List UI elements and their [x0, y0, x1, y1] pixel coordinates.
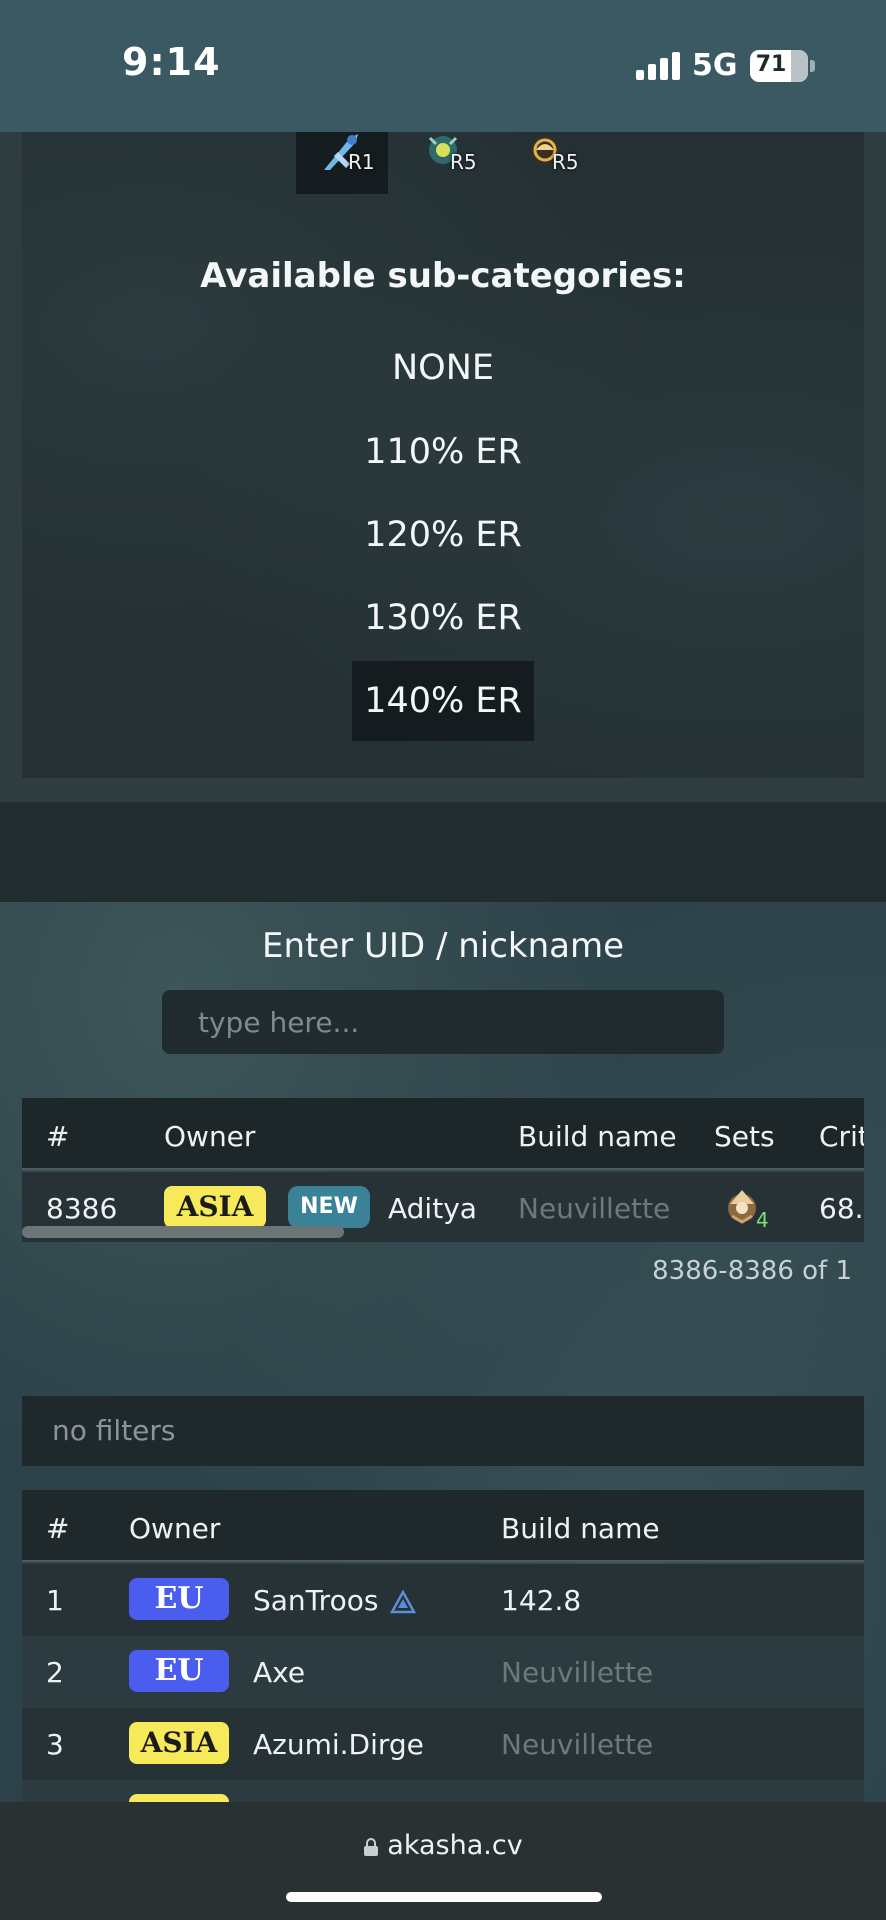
table-row[interactable]: 1 EU SanTroos 142.8: [22, 1564, 864, 1636]
column-sets[interactable]: Sets: [714, 1120, 775, 1153]
weapon-rank: R5: [450, 150, 477, 174]
row-rank: 8386: [46, 1192, 118, 1225]
column-owner[interactable]: Owner: [129, 1512, 220, 1545]
subcategories-heading: Available sub-categories:: [200, 256, 686, 296]
column-owner[interactable]: Owner: [164, 1120, 255, 1153]
column-build-name[interactable]: Build name: [518, 1120, 677, 1153]
results-table-header: # Owner Build name Sets Crit: [22, 1098, 864, 1170]
column-rank[interactable]: #: [46, 1120, 69, 1153]
weapon-option-2[interactable]: R5: [398, 132, 490, 194]
subcategory-140-er[interactable]: 140% ER: [352, 661, 534, 741]
table-row[interactable]: 2 EU Axe Neuvillette: [22, 1636, 864, 1708]
row-rank: 1: [46, 1584, 64, 1617]
build-name: Neuvillette: [501, 1728, 654, 1761]
weapon-option-3[interactable]: R5: [500, 132, 592, 194]
crit-value: 68.: [819, 1192, 864, 1225]
weapon-rank: R1: [348, 150, 375, 174]
weapon-option-1[interactable]: R1: [296, 132, 388, 194]
column-crit[interactable]: Crit: [819, 1120, 864, 1153]
leaderboard-header: # Owner Build name: [22, 1490, 864, 1562]
pagination-info: 8386-8386 of 1: [652, 1256, 852, 1286]
patreon-triangle-icon: [390, 1590, 416, 1614]
horizontal-scrollbar[interactable]: [22, 1226, 344, 1238]
network-type: 5G: [692, 48, 738, 83]
table-row[interactable]: 3 ASIA Azumi.Dirge Neuvillette: [22, 1708, 864, 1780]
row-rank: 2: [46, 1656, 64, 1689]
panel-frame-left: [0, 132, 22, 802]
build-name: Neuvillette: [518, 1192, 671, 1225]
column-rank[interactable]: #: [46, 1512, 69, 1545]
uid-search-label: Enter UID / nickname: [261, 926, 625, 966]
weapon-rank: R5: [552, 150, 579, 174]
row-rank: 3: [46, 1728, 64, 1761]
browser-toolbar: [0, 1802, 886, 1920]
build-name: Neuvillette: [501, 1656, 654, 1689]
subcategory-none[interactable]: NONE: [352, 328, 534, 408]
owner-name[interactable]: Azumi.Dirge: [253, 1728, 424, 1761]
status-bar: 9:14 5G 71: [0, 0, 886, 132]
uid-search-input[interactable]: [162, 990, 724, 1054]
lock-icon: [364, 1838, 379, 1856]
owner-name[interactable]: Aditya: [388, 1192, 477, 1225]
region-badge-asia: ASIA: [164, 1186, 266, 1228]
panel-frame-right: [864, 132, 886, 802]
subcategory-120-er[interactable]: 120% ER: [352, 495, 534, 575]
owner-name[interactable]: Axe: [253, 1656, 305, 1689]
sets-count: 4: [756, 1208, 769, 1232]
region-badge-eu: EU: [129, 1650, 229, 1692]
filter-status: no filters: [52, 1414, 176, 1447]
subcategory-130-er[interactable]: 130% ER: [352, 578, 534, 658]
panel-frame-bottom: [0, 778, 886, 802]
new-badge: NEW: [288, 1186, 370, 1228]
table-row-partial: [22, 1780, 864, 1802]
battery-tip: [810, 60, 815, 72]
address-bar[interactable]: akasha.cv: [0, 1830, 886, 1861]
battery-percent: 71: [755, 52, 787, 77]
region-badge-asia: [129, 1794, 229, 1802]
subcategory-110-er[interactable]: 110% ER: [352, 412, 534, 492]
home-indicator[interactable]: [286, 1892, 602, 1902]
url-text: akasha.cv: [387, 1830, 523, 1861]
column-build-name[interactable]: Build name: [501, 1512, 660, 1545]
status-time: 9:14: [122, 40, 221, 84]
cellular-signal-icon: [636, 52, 682, 80]
region-badge-eu: EU: [129, 1578, 229, 1620]
battery-icon: 71: [750, 50, 808, 82]
build-name: 142.8: [501, 1584, 582, 1617]
region-badge-asia: ASIA: [129, 1722, 229, 1764]
section-divider: [0, 802, 886, 902]
owner-name[interactable]: SanTroos: [253, 1584, 378, 1617]
